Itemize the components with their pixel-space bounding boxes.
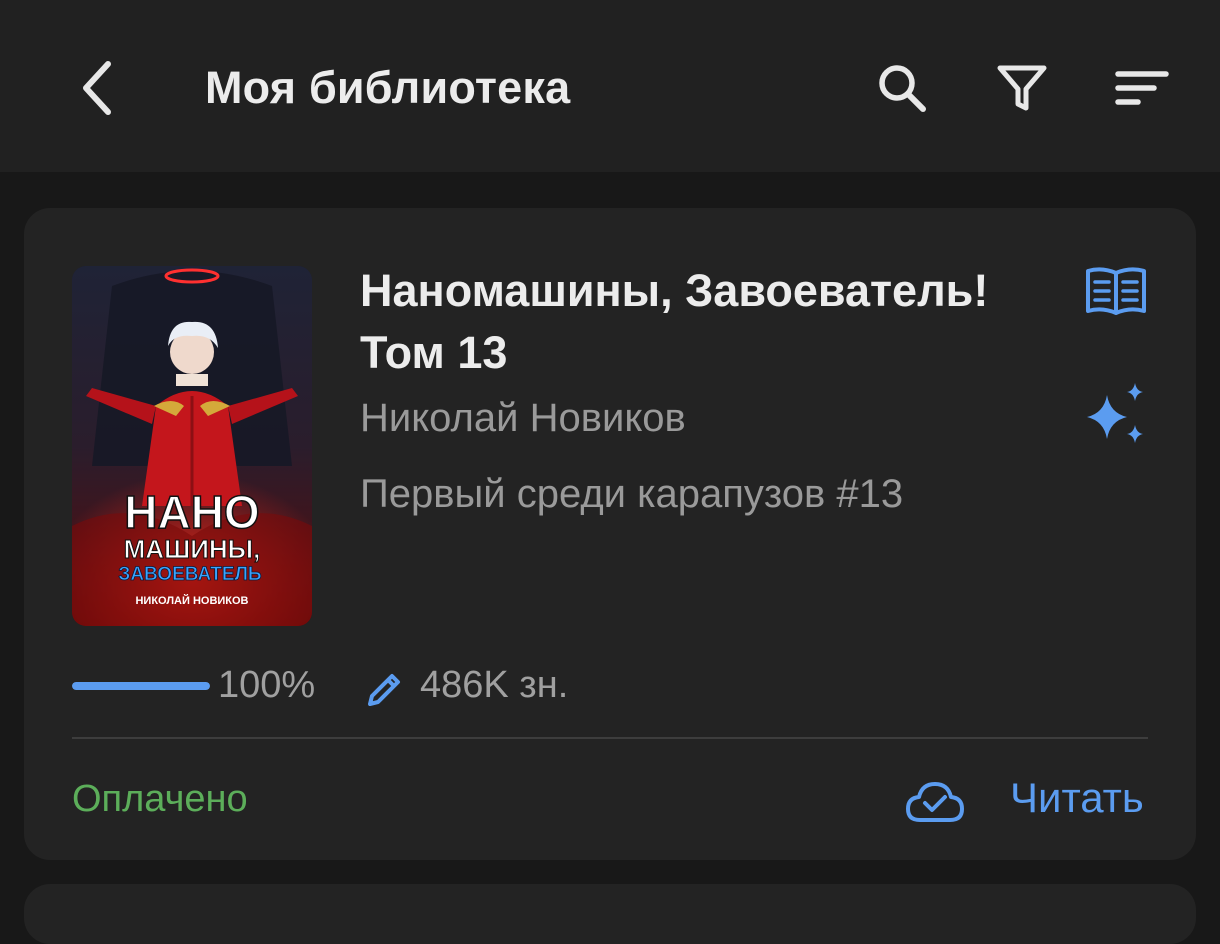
cover-title-line1: НАНО bbox=[124, 486, 259, 538]
read-button[interactable]: Читать bbox=[1010, 774, 1144, 822]
character-count: 486K зн. bbox=[420, 664, 569, 706]
page-title: Моя библиотека bbox=[205, 62, 571, 113]
filter-button[interactable] bbox=[986, 52, 1058, 124]
search-button[interactable] bbox=[866, 52, 938, 124]
sort-button[interactable] bbox=[1106, 52, 1178, 124]
cover-author: НИКОЛАЙ НОВИКОВ bbox=[135, 594, 248, 607]
book-author[interactable]: Николай Новиков bbox=[360, 396, 686, 441]
ai-sparkle-button[interactable] bbox=[1078, 378, 1154, 454]
chevron-left-icon bbox=[83, 61, 111, 115]
cover-title-line3: ЗАВОЕВАТЕЛЬ bbox=[118, 564, 261, 585]
card-divider bbox=[72, 737, 1148, 739]
filter-icon bbox=[997, 65, 1047, 111]
sparkle-icon bbox=[1087, 383, 1143, 443]
reader-mode-button[interactable] bbox=[1080, 260, 1152, 324]
search-icon bbox=[879, 65, 926, 112]
reading-progress-bar bbox=[72, 682, 210, 690]
sort-icon bbox=[1115, 71, 1169, 105]
open-book-icon bbox=[1086, 267, 1146, 315]
book-title[interactable]: Наномашины, Завоеватель! Том 13 bbox=[360, 260, 1060, 384]
payment-status: Оплачено bbox=[72, 778, 248, 820]
cover-title-line2: МАШИНЫ, bbox=[124, 534, 261, 564]
next-book-card[interactable] bbox=[24, 884, 1196, 944]
back-button[interactable] bbox=[62, 52, 134, 124]
book-card[interactable]: НАНО МАШИНЫ, ЗАВОЕВАТЕЛЬ НИКОЛАЙ НОВИКОВ… bbox=[24, 208, 1196, 860]
cloud-check-icon[interactable] bbox=[904, 778, 966, 826]
book-cover[interactable]: НАНО МАШИНЫ, ЗАВОЕВАТЕЛЬ НИКОЛАЙ НОВИКОВ bbox=[72, 266, 312, 626]
book-series[interactable]: Первый среди карапузов #13 bbox=[360, 472, 903, 517]
reading-progress-label: 100% bbox=[218, 664, 316, 706]
reading-progress-fill bbox=[72, 682, 210, 690]
app-bar: Моя библиотека bbox=[0, 0, 1220, 172]
pencil-icon bbox=[368, 674, 400, 706]
